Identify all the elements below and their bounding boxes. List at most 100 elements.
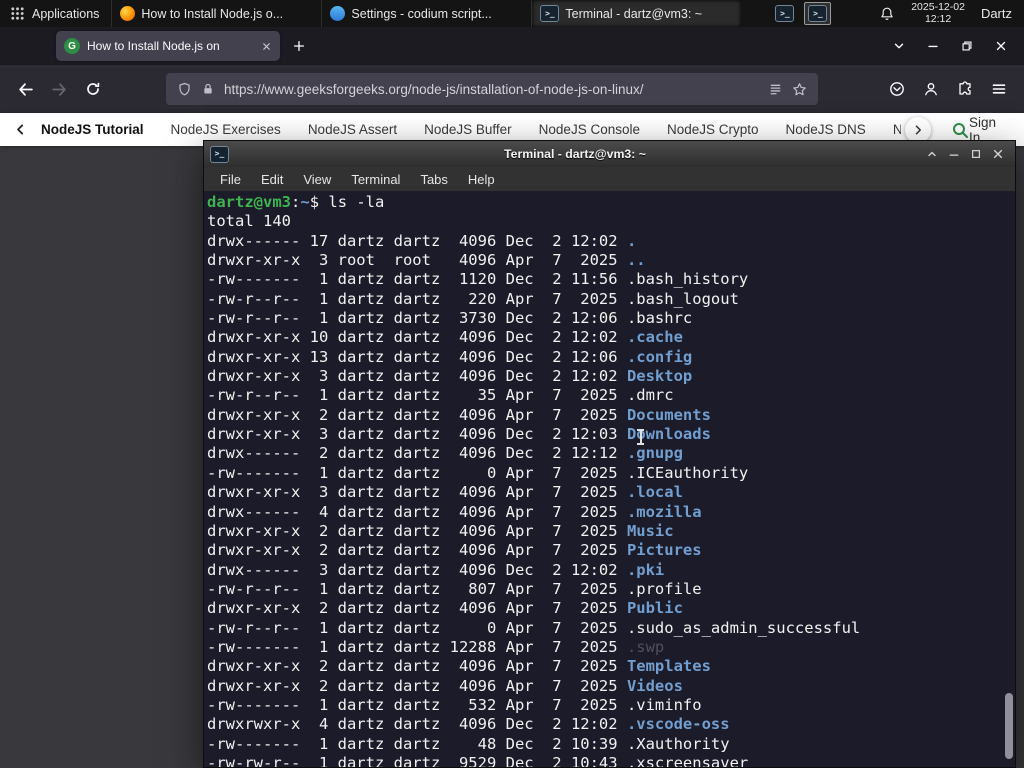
terminal-line: -rw-r--r-- 1 dartz dartz 807 Apr 7 2025 … xyxy=(207,579,702,598)
window-button-terminal[interactable]: >_ Terminal - dartz@vm3: ~ xyxy=(531,0,742,27)
clock-date: 2025-12-02 xyxy=(911,1,965,13)
terminal-line: drwxr-xr-x 2 dartz dartz 4096 Apr 7 2025… xyxy=(207,657,711,676)
site-nav-link[interactable]: NodeJS Buffer xyxy=(424,122,512,137)
applications-label: Applications xyxy=(32,6,100,21)
menu-view[interactable]: View xyxy=(293,172,341,187)
terminal-line: drwxr-xr-x 2 dartz dartz 4096 Apr 7 2025… xyxy=(207,599,683,618)
terminal-line: drwx------ 17 dartz dartz 4096 Dec 2 12:… xyxy=(207,231,637,250)
terminal-line: drwxr-xr-x 10 dartz dartz 4096 Dec 2 12:… xyxy=(207,328,683,347)
terminal-line: drwxr-xr-x 2 dartz dartz 4096 Apr 7 2025… xyxy=(207,676,683,695)
terminal-line: drwx------ 3 dartz dartz 4096 Dec 2 12:0… xyxy=(207,560,665,579)
tracking-shield-icon[interactable] xyxy=(177,82,192,97)
window-buttons: How to Install Node.js o... Settings - c… xyxy=(111,0,742,27)
site-nav-link[interactable]: NodeJS Tutorial xyxy=(41,122,144,137)
terminal-line: drwxr-xr-x 3 root root 4096 Apr 7 2025 .… xyxy=(207,251,646,270)
site-nav-link[interactable]: NodeJS Assert xyxy=(308,122,397,137)
window-button-codium[interactable]: Settings - codium script... xyxy=(321,0,531,27)
bookmark-star-icon[interactable] xyxy=(792,82,807,97)
terminal-line: drwxr-xr-x 13 dartz dartz 4096 Dec 2 12:… xyxy=(207,347,693,366)
search-icon[interactable] xyxy=(951,121,969,139)
terminal-line: drwxr-xr-x 3 dartz dartz 4096 Apr 7 2025… xyxy=(207,483,683,502)
top-panel: Applications How to Install Node.js o...… xyxy=(0,0,1024,27)
shade-button[interactable] xyxy=(921,144,943,164)
chevron-right-icon[interactable] xyxy=(904,116,931,143)
firefox-icon xyxy=(120,6,136,21)
terminal-line: drwx------ 4 dartz dartz 4096 Apr 7 2025… xyxy=(207,502,702,521)
lock-icon[interactable] xyxy=(201,82,215,96)
menu-edit[interactable]: Edit xyxy=(251,172,293,187)
terminal-line: drwxr-xr-x 2 dartz dartz 4096 Apr 7 2025… xyxy=(207,521,674,540)
terminal-line: -rw-r--r-- 1 dartz dartz 3730 Dec 2 12:0… xyxy=(207,309,693,328)
terminal-close-button[interactable] xyxy=(987,144,1009,164)
window-minimize-button[interactable] xyxy=(916,31,950,61)
terminal-output[interactable]: dartz@vm3:~$ ls -la total 140 drwx------… xyxy=(204,191,1015,767)
desktop: { "panel": { "applications_label": "Appl… xyxy=(0,0,1024,768)
chevron-left-icon[interactable] xyxy=(14,123,27,136)
pocket-icon[interactable] xyxy=(880,72,914,106)
terminal-line: -rw-r--r-- 1 dartz dartz 0 Apr 7 2025 .s… xyxy=(207,618,861,637)
terminal-listing: drwx------ 17 dartz dartz 4096 Dec 2 12:… xyxy=(207,232,1001,767)
gfg-favicon: G xyxy=(64,38,80,54)
terminal-titlebar[interactable]: >_ Terminal - dartz@vm3: ~ xyxy=(204,141,1015,167)
terminal-icon: >_ xyxy=(808,5,828,22)
window-close-button[interactable] xyxy=(984,31,1018,61)
terminal-minimize-button[interactable] xyxy=(943,144,965,164)
window-restore-button[interactable] xyxy=(950,31,984,61)
applications-menu[interactable]: Applications xyxy=(0,0,109,27)
terminal-line: -rw------- 1 dartz dartz 532 Apr 7 2025 … xyxy=(207,695,702,714)
terminal-line: -rw-r--r-- 1 dartz dartz 35 Apr 7 2025 .… xyxy=(207,386,674,405)
terminal-line: -rw------- 1 dartz dartz 1120 Dec 2 11:5… xyxy=(207,270,749,289)
clock-time: 12:12 xyxy=(924,12,952,25)
site-nav-link[interactable]: NodeJS DNS xyxy=(786,122,866,137)
new-tab-button[interactable] xyxy=(284,31,314,61)
extensions-icon[interactable] xyxy=(948,72,982,106)
scrollbar-thumb[interactable] xyxy=(1005,693,1013,759)
terminal-command: ls -la xyxy=(328,193,385,211)
terminal-line: drwxr-xr-x 2 dartz dartz 4096 Apr 7 2025… xyxy=(207,405,711,424)
back-button[interactable] xyxy=(8,72,42,106)
notification-bell-icon[interactable] xyxy=(879,6,895,22)
forward-button[interactable] xyxy=(42,72,76,106)
tab-close-icon[interactable] xyxy=(261,41,272,52)
menu-terminal[interactable]: Terminal xyxy=(341,172,410,187)
site-nav-link[interactable]: NodeJS Console xyxy=(539,122,640,137)
tray-terminal-icon[interactable]: >_ xyxy=(775,5,795,22)
terminal-line: -rw-r--r-- 1 dartz dartz 220 Apr 7 2025 … xyxy=(207,289,739,308)
terminal-line: -rw------- 1 dartz dartz 48 Dec 2 10:39 … xyxy=(207,734,730,753)
window-button-label: Terminal - dartz@vm3: ~ xyxy=(565,6,703,21)
account-icon[interactable] xyxy=(914,72,948,106)
panel-clock[interactable]: 2025-12-02 12:12 xyxy=(911,1,965,25)
terminal-line: drwxr-xr-x 3 dartz dartz 4096 Dec 2 12:0… xyxy=(207,367,693,386)
reload-button[interactable] xyxy=(76,72,110,106)
tray-terminal-icon-active[interactable]: >_ xyxy=(804,2,832,25)
window-button-label: Settings - codium script... xyxy=(351,6,492,21)
terminal-menubar: File Edit View Terminal Tabs Help xyxy=(204,167,1015,191)
menu-help[interactable]: Help xyxy=(458,172,505,187)
menu-hamburger-icon[interactable] xyxy=(982,72,1016,106)
menu-tabs[interactable]: Tabs xyxy=(410,172,457,187)
list-all-tabs-button[interactable] xyxy=(882,31,916,61)
terminal-line: -rw-rw-r-- 1 dartz dartz 9529 Dec 2 10:4… xyxy=(207,753,749,767)
applications-icon xyxy=(10,6,25,21)
terminal-line: drwx------ 2 dartz dartz 4096 Dec 2 12:1… xyxy=(207,444,683,463)
terminal-maximize-button[interactable] xyxy=(965,144,987,164)
terminal-total-line: total 140 xyxy=(207,212,291,231)
user-label[interactable]: Dartz xyxy=(981,6,1012,21)
terminal-prompt-line: dartz@vm3:~$ ls -la xyxy=(207,193,385,211)
terminal-line: -rw------- 1 dartz dartz 0 Apr 7 2025 .I… xyxy=(207,463,749,482)
window-button-label: How to Install Node.js o... xyxy=(141,6,284,21)
terminal-icon: >_ xyxy=(540,5,560,22)
site-nav-link[interactable]: NodeJS Exercises xyxy=(171,122,281,137)
terminal-window: >_ Terminal - dartz@vm3: ~ File Edit Vie… xyxy=(203,140,1016,768)
terminal-line: drwxr-xr-x 2 dartz dartz 4096 Apr 7 2025… xyxy=(207,541,702,560)
browser-tab[interactable]: G How to Install Node.js on xyxy=(56,31,280,61)
window-button-browser[interactable]: How to Install Node.js o... xyxy=(111,0,321,27)
tab-bar: G How to Install Node.js on xyxy=(0,27,1024,65)
url-bar[interactable]: https://www.geeksforgeeks.org/node-js/in… xyxy=(166,73,818,105)
site-nav-link[interactable]: Node xyxy=(893,122,901,137)
menu-file[interactable]: File xyxy=(210,172,251,187)
reader-view-icon[interactable] xyxy=(768,82,783,97)
terminal-icon: >_ xyxy=(210,145,229,163)
site-nav-link[interactable]: NodeJS Crypto xyxy=(667,122,759,137)
url-input[interactable]: https://www.geeksforgeeks.org/node-js/in… xyxy=(224,82,759,97)
